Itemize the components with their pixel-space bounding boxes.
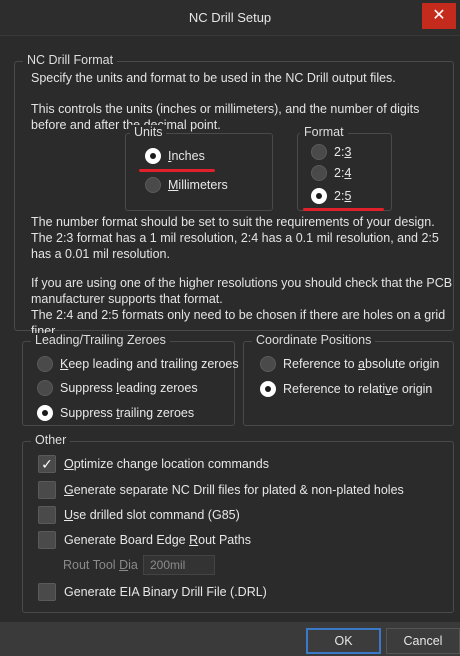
absolute-origin-label: Reference to absolute origin: [283, 357, 440, 371]
keep-zeroes-radio[interactable]: Keep leading and trailing zeroes: [37, 356, 239, 372]
format-2-4-radio[interactable]: 2:4: [311, 165, 351, 181]
resolution-note-text: The number format should be set to suit …: [31, 215, 439, 261]
separate-files-checkbox[interactable]: Generate separate NC Drill files for pla…: [38, 481, 404, 499]
units-group: Units: [125, 125, 273, 211]
radio-unchecked-icon: [260, 356, 276, 372]
millimeters-label: Millimeters: [168, 178, 228, 192]
suppress-leading-label: Suppress leading zeroes: [60, 381, 198, 395]
keep-zeroes-label: Keep leading and trailing zeroes: [60, 357, 239, 371]
slot-command-label: Use drilled slot command (G85): [64, 508, 240, 522]
radio-unchecked-icon: [37, 380, 53, 396]
format-intro-text: Specify the units and format to be used …: [31, 71, 396, 85]
optimize-commands-label: Optimize change location commands: [64, 457, 269, 471]
suppress-trailing-radio[interactable]: Suppress trailing zeroes: [37, 405, 194, 421]
suppress-leading-radio[interactable]: Suppress leading zeroes: [37, 380, 198, 396]
close-button[interactable]: ✕: [422, 3, 456, 29]
relative-origin-label: Reference to relative origin: [283, 382, 433, 396]
units-inches-radio[interactable]: Inches: [145, 148, 205, 164]
cancel-button[interactable]: Cancel: [386, 628, 460, 654]
suppress-trailing-label: Suppress trailing zeroes: [60, 406, 195, 420]
optimize-commands-checkbox[interactable]: ✓ Optimize change location commands: [38, 455, 269, 473]
format-2-3-radio[interactable]: 2:3: [311, 144, 351, 160]
annotation-underline-inches: [139, 169, 215, 172]
rout-tool-dia-label: Rout Tool Dia: [63, 558, 138, 572]
title-bar: NC Drill Setup ✕: [0, 0, 460, 36]
format-2-5-label: 2:5: [334, 189, 352, 203]
checkbox-unchecked-icon: [38, 506, 56, 524]
manufacturer-note-text: If you are using one of the higher resol…: [31, 276, 453, 306]
checkbox-unchecked-icon: [38, 481, 56, 499]
radio-checked-icon: [37, 405, 53, 421]
checkbox-unchecked-icon: [38, 583, 56, 601]
zeroes-legend: Leading/Trailing Zeroes: [31, 333, 170, 347]
radio-checked-icon: [260, 381, 276, 397]
absolute-origin-radio[interactable]: Reference to absolute origin: [260, 356, 439, 372]
radio-unchecked-icon: [145, 177, 161, 193]
rout-paths-label: Generate Board Edge Rout Paths: [64, 533, 251, 547]
radio-checked-icon: [145, 148, 161, 164]
radio-unchecked-icon: [37, 356, 53, 372]
nc-drill-format-legend: NC Drill Format: [23, 53, 118, 67]
format-description-text: This controls the units (inches or milli…: [31, 102, 420, 132]
annotation-underline-format: [303, 208, 384, 211]
relative-origin-radio[interactable]: Reference to relative origin: [260, 381, 432, 397]
other-legend: Other: [31, 433, 71, 447]
format-2-4-label: 2:4: [334, 166, 352, 180]
ok-button[interactable]: OK: [306, 628, 381, 654]
rout-tool-dia-input[interactable]: 200mil: [143, 555, 215, 575]
eia-binary-checkbox[interactable]: Generate EIA Binary Drill File (.DRL): [38, 583, 267, 601]
slot-command-checkbox[interactable]: Use drilled slot command (G85): [38, 506, 240, 524]
format-legend: Format: [300, 125, 348, 139]
radio-unchecked-icon: [311, 144, 327, 160]
radio-checked-icon: [311, 188, 327, 204]
units-legend: Units: [130, 125, 167, 139]
checkbox-unchecked-icon: [38, 531, 56, 549]
units-mm-radio[interactable]: Millimeters: [145, 177, 228, 193]
format-2-5-radio[interactable]: 2:5: [311, 188, 351, 204]
close-icon: ✕: [432, 7, 446, 24]
checkmark-icon: ✓: [38, 455, 56, 473]
rout-paths-checkbox[interactable]: Generate Board Edge Rout Paths: [38, 531, 251, 549]
eia-binary-label: Generate EIA Binary Drill File (.DRL): [64, 585, 267, 599]
format-2-3-label: 2:3: [334, 145, 352, 159]
radio-unchecked-icon: [311, 165, 327, 181]
inches-label: Inches: [168, 149, 205, 163]
separate-files-label: Generate separate NC Drill files for pla…: [64, 483, 404, 497]
coordinates-legend: Coordinate Positions: [252, 333, 376, 347]
window-title: NC Drill Setup: [188, 10, 272, 25]
